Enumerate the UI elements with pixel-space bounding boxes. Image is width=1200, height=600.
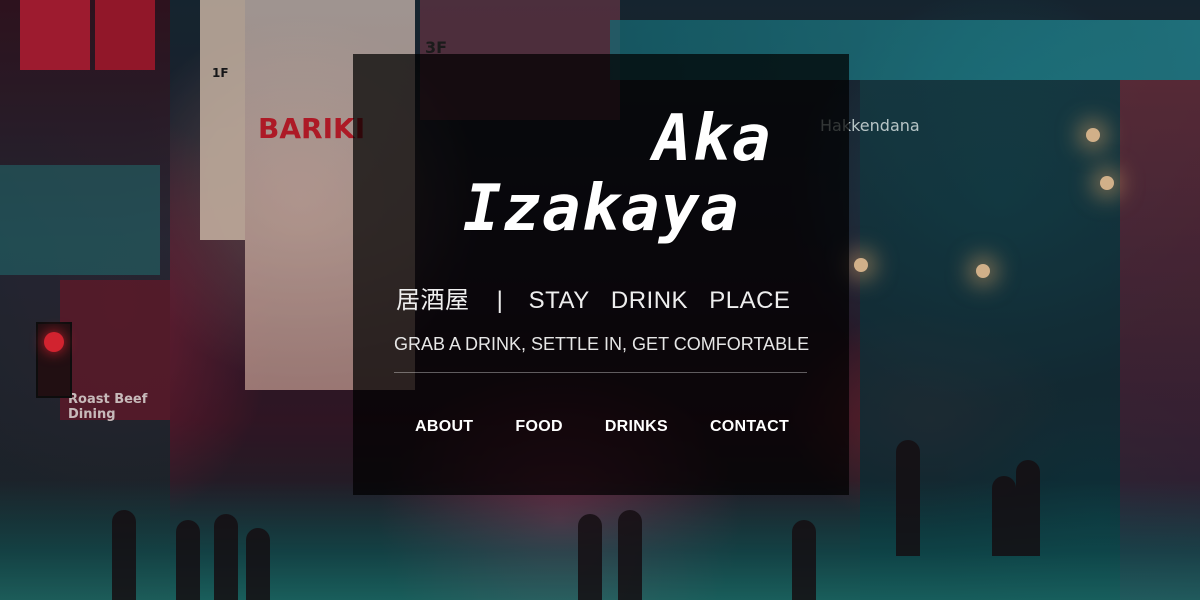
nav-link-food[interactable]: FOOD <box>515 418 562 436</box>
tagline-word-place: PLACE <box>709 287 791 314</box>
nav-link-contact[interactable]: CONTACT <box>710 418 789 436</box>
main-nav: ABOUT FOOD DRINKS CONTACT <box>415 418 789 436</box>
tagline-word-drink: DRINK <box>610 287 689 314</box>
tagline: 居酒屋 | STAY DRINK PLACE <box>396 280 804 315</box>
tagline-word-stay: STAY <box>528 287 590 314</box>
title-line-1: Aka <box>653 102 772 176</box>
divider <box>394 372 807 373</box>
tagline-separator: | <box>496 287 504 314</box>
title-line-2: Izakaya <box>463 172 740 246</box>
hero-panel: Aka Izakaya 居酒屋 | STAY DRINK PLACE GRAB … <box>353 54 849 495</box>
nav-link-drinks[interactable]: DRINKS <box>605 418 668 436</box>
nav-link-about[interactable]: ABOUT <box>415 418 473 436</box>
subtitle: GRAB A DRINK, SETTLE IN, GET COMFORTABLE <box>394 334 810 354</box>
tagline-kanji: 居酒屋 <box>396 287 470 314</box>
hero-background: Roast Beef Dining 1F BARIKI 3F Hakkendan… <box>0 0 1200 600</box>
